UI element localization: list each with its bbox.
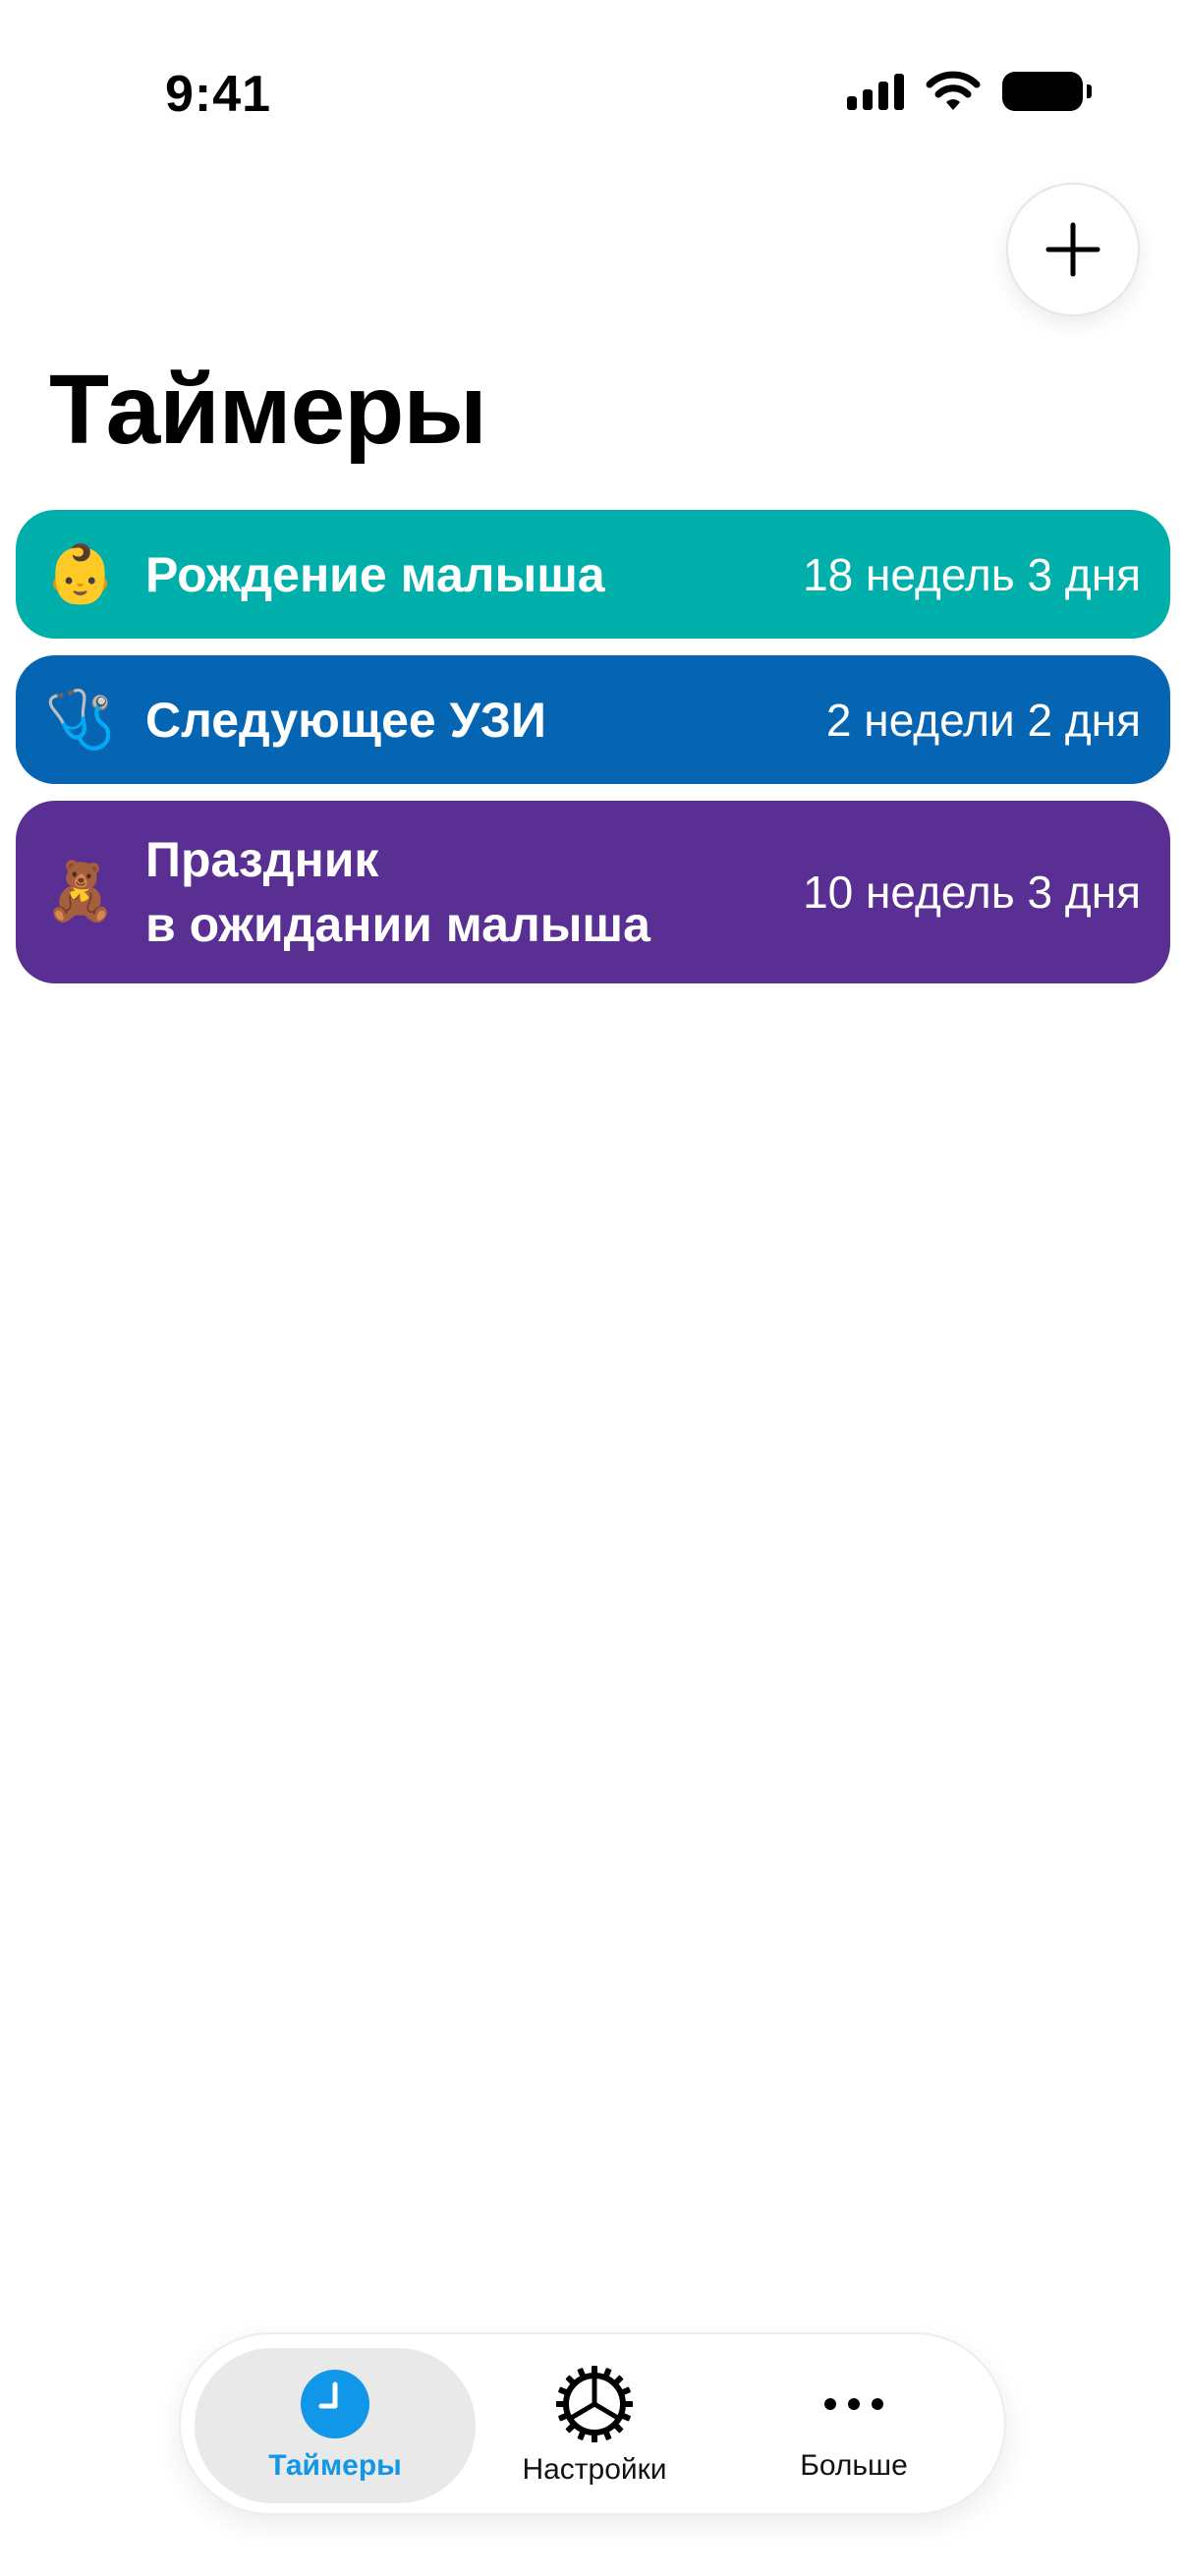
tab-label: Таймеры [268,2449,402,2482]
status-icons [847,71,1092,112]
timer-remaining: 18 недель 3 дня [803,548,1141,600]
timer-name: Рождение малыша [145,546,605,602]
tab-label: Настройки [522,2453,667,2486]
tab-settings[interactable]: Настройки [454,2334,735,2517]
timer-remaining: 10 недель 3 дня [803,867,1141,918]
clock-icon [301,2370,369,2438]
more-icon [824,2398,883,2410]
page-title: Таймеры [49,355,487,465]
timer-item[interactable]: 🩺 Следующее УЗИ 2 недели 2 дня [16,655,1170,784]
add-timer-button[interactable] [1006,183,1140,316]
timers-screen: 9:41 Таймеры 👶 Рождение малыша 18 недель… [0,0,1185,2576]
cellular-signal-icon [847,73,904,110]
timer-name-line1: Праздник [145,832,379,887]
tab-label: Больше [800,2449,908,2482]
baby-icon: 👶 [44,541,117,606]
teddy-bear-icon: 🧸 [44,860,117,924]
timer-name-line2: в ожидании малыша [145,897,650,952]
timer-remaining: 2 недели 2 дня [825,694,1141,746]
status-time: 9:41 [165,66,272,123]
stethoscope-icon: 🩺 [44,687,117,752]
gear-icon [556,2366,633,2442]
timer-name: Следующее УЗИ [145,692,546,748]
plus-icon [1045,222,1100,277]
timer-item[interactable]: 👶 Рождение малыша 18 недель 3 дня [16,510,1170,639]
tab-more[interactable]: Больше [713,2334,994,2517]
wifi-icon [926,71,981,110]
battery-icon [1002,72,1092,111]
tab-timers[interactable]: Таймеры [195,2334,476,2517]
timer-name: Праздник в ожидании малыша [145,827,803,957]
tab-bar: Таймеры Настройки Больше [179,2332,1006,2515]
timer-item[interactable]: 🧸 Праздник в ожидании малыша 10 недель 3… [16,801,1170,983]
